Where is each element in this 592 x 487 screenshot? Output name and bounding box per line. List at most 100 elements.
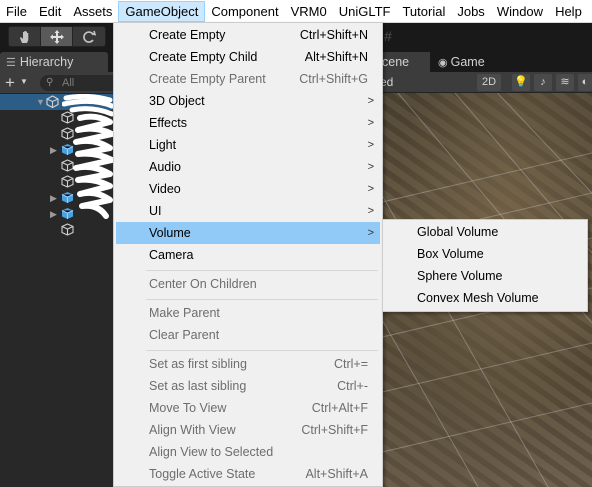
menu-item-audio[interactable]: Audio > bbox=[116, 156, 380, 178]
grid-snap-icon[interactable]: # bbox=[384, 28, 392, 44]
item-label: Center On Children bbox=[149, 277, 257, 291]
item-label: Box Volume bbox=[417, 247, 484, 261]
item-label: Camera bbox=[149, 248, 194, 262]
menu-item-align-view-to-selected: Align View to Selected bbox=[116, 441, 380, 463]
expand-arrow-icon[interactable]: ▶ bbox=[50, 143, 57, 157]
menu-separator bbox=[146, 299, 378, 300]
menu-item-toggle-active-state: Toggle Active State Alt+Shift+A bbox=[116, 463, 380, 485]
tab-game[interactable]: ◉ Game bbox=[434, 52, 504, 72]
menu-component[interactable]: Component bbox=[205, 1, 284, 22]
menu-item-create-empty[interactable]: Create Empty Ctrl+Shift+N bbox=[116, 24, 380, 46]
gameobject-icon bbox=[61, 223, 74, 236]
list-item[interactable] bbox=[0, 222, 113, 238]
item-shortcut: Ctrl+- bbox=[337, 379, 368, 393]
menu-file[interactable]: File bbox=[0, 1, 33, 22]
lighting-toggle-icon[interactable]: 💡 bbox=[512, 74, 530, 91]
add-button[interactable]: + bbox=[5, 73, 15, 92]
menu-tutorial[interactable]: Tutorial bbox=[396, 1, 451, 22]
item-label: Volume bbox=[149, 226, 191, 240]
search-icon: ⚲ bbox=[46, 77, 54, 88]
item-shortcut: Ctrl+= bbox=[333, 357, 368, 371]
menu-item-effects[interactable]: Effects > bbox=[116, 112, 380, 134]
game-tab-label: Game bbox=[450, 55, 485, 69]
menu-item-convex-mesh-volume[interactable]: Convex Mesh Volume bbox=[385, 287, 585, 309]
item-shortcut: Ctrl+Shift+G bbox=[299, 72, 368, 86]
menu-bar: File Edit Assets GameObject Component VR… bbox=[0, 0, 592, 23]
item-label: Create Empty bbox=[149, 28, 226, 42]
effects-toggle-icon[interactable]: ≋ bbox=[556, 74, 574, 91]
item-label: Effects bbox=[149, 116, 187, 130]
chevron-down-icon[interactable]: ▼ bbox=[20, 77, 28, 86]
menu-help[interactable]: Help bbox=[549, 1, 588, 22]
chevron-right-icon: > bbox=[367, 161, 374, 173]
menu-separator bbox=[146, 350, 378, 351]
item-label: Convex Mesh Volume bbox=[417, 291, 539, 305]
menu-jobs[interactable]: Jobs bbox=[451, 1, 490, 22]
menu-item-ui[interactable]: UI > bbox=[116, 200, 380, 222]
menu-item-camera[interactable]: Camera bbox=[116, 244, 380, 266]
chevron-right-icon: > bbox=[367, 139, 374, 151]
menu-item-sphere-volume[interactable]: Sphere Volume bbox=[385, 265, 585, 287]
move-tool-icon[interactable] bbox=[41, 27, 73, 46]
menu-window[interactable]: Window bbox=[491, 1, 549, 22]
fold-arrow-icon[interactable]: ▼ bbox=[36, 95, 45, 109]
menu-item-create-empty-parent: Create Empty Parent Ctrl+Shift+G bbox=[116, 68, 380, 90]
item-label: Audio bbox=[149, 160, 181, 174]
chevron-right-icon: > bbox=[367, 117, 374, 129]
chevron-right-icon: > bbox=[367, 95, 374, 107]
transform-tools bbox=[8, 26, 106, 47]
menu-item-create-empty-child[interactable]: Create Empty Child Alt+Shift+N bbox=[116, 46, 380, 68]
menu-item-set-first-sibling: Set as first sibling Ctrl+= bbox=[116, 353, 380, 375]
item-shortcut: Alt+Shift+A bbox=[305, 467, 368, 481]
item-label: UI bbox=[149, 204, 162, 218]
menu-item-light[interactable]: Light > bbox=[116, 134, 380, 156]
gamepad-icon: ◉ bbox=[438, 57, 448, 69]
item-label: Video bbox=[149, 182, 181, 196]
search-placeholder: All bbox=[62, 77, 75, 89]
item-label: Light bbox=[149, 138, 177, 152]
hand-tool-icon[interactable] bbox=[9, 27, 41, 46]
hierarchy-tabbar: ☰ Hierarchy bbox=[0, 50, 113, 72]
chevron-right-icon: > bbox=[367, 183, 374, 195]
item-label: Align With View bbox=[149, 423, 236, 437]
toggle-2d-button[interactable]: 2D bbox=[477, 74, 501, 91]
menu-item-global-volume[interactable]: Global Volume bbox=[385, 221, 585, 243]
hierarchy-tab-label: Hierarchy bbox=[19, 55, 74, 69]
menu-gameobject[interactable]: GameObject bbox=[118, 0, 206, 22]
menu-item-box-volume[interactable]: Box Volume bbox=[385, 243, 585, 265]
scene-tabbar: cene ◉ Game bbox=[378, 50, 592, 72]
menu-item-center-on-children: Center On Children bbox=[116, 273, 380, 295]
gameobject-dropdown: Create Empty Ctrl+Shift+N Create Empty C… bbox=[113, 22, 383, 487]
menu-item-3d-object[interactable]: 3D Object > bbox=[116, 90, 380, 112]
item-label: Create Empty Child bbox=[149, 50, 258, 64]
item-shortcut: Ctrl+Alt+F bbox=[311, 401, 368, 415]
menu-item-video[interactable]: Video > bbox=[116, 178, 380, 200]
hierarchy-search-bar: + ▼ ⚲ All bbox=[0, 72, 120, 94]
item-label: Global Volume bbox=[417, 225, 499, 239]
audio-toggle-icon[interactable]: ♪ bbox=[534, 74, 552, 91]
menu-item-align-with-view: Align With View Ctrl+Shift+F bbox=[116, 419, 380, 441]
item-label: Sphere Volume bbox=[417, 269, 503, 283]
expand-arrow-icon[interactable]: ▶ bbox=[50, 191, 57, 205]
search-input[interactable]: ⚲ All bbox=[40, 75, 120, 91]
menu-item-clear-parent: Clear Parent bbox=[116, 324, 380, 346]
menu-unigltf[interactable]: UniGLTF bbox=[333, 1, 397, 22]
expand-arrow-icon[interactable]: ▶ bbox=[50, 207, 57, 221]
item-shortcut: Ctrl+Shift+F bbox=[301, 423, 368, 437]
hierarchy-panel: ☰ Hierarchy + ▼ ⚲ All ▼ ▶ ▶ ▶ bbox=[0, 50, 120, 487]
volume-submenu: Global Volume Box Volume Sphere Volume C… bbox=[382, 219, 588, 312]
chevron-right-icon: > bbox=[367, 227, 374, 239]
scene-visibility-icon[interactable]: ◐ bbox=[578, 74, 592, 91]
item-label: 3D Object bbox=[149, 94, 205, 108]
menu-vrm0[interactable]: VRM0 bbox=[285, 1, 333, 22]
menu-assets[interactable]: Assets bbox=[67, 1, 118, 22]
menu-edit[interactable]: Edit bbox=[33, 1, 67, 22]
rotate-tool-icon[interactable] bbox=[73, 27, 105, 46]
item-label: Set as first sibling bbox=[149, 357, 247, 371]
redaction-scribble bbox=[62, 94, 114, 219]
item-label: Create Empty Parent bbox=[149, 72, 266, 86]
tab-hierarchy[interactable]: ☰ Hierarchy bbox=[0, 52, 108, 72]
tab-scene[interactable]: cene bbox=[378, 52, 430, 72]
menu-item-volume[interactable]: Volume > bbox=[116, 222, 380, 244]
list-icon: ☰ bbox=[6, 57, 16, 69]
